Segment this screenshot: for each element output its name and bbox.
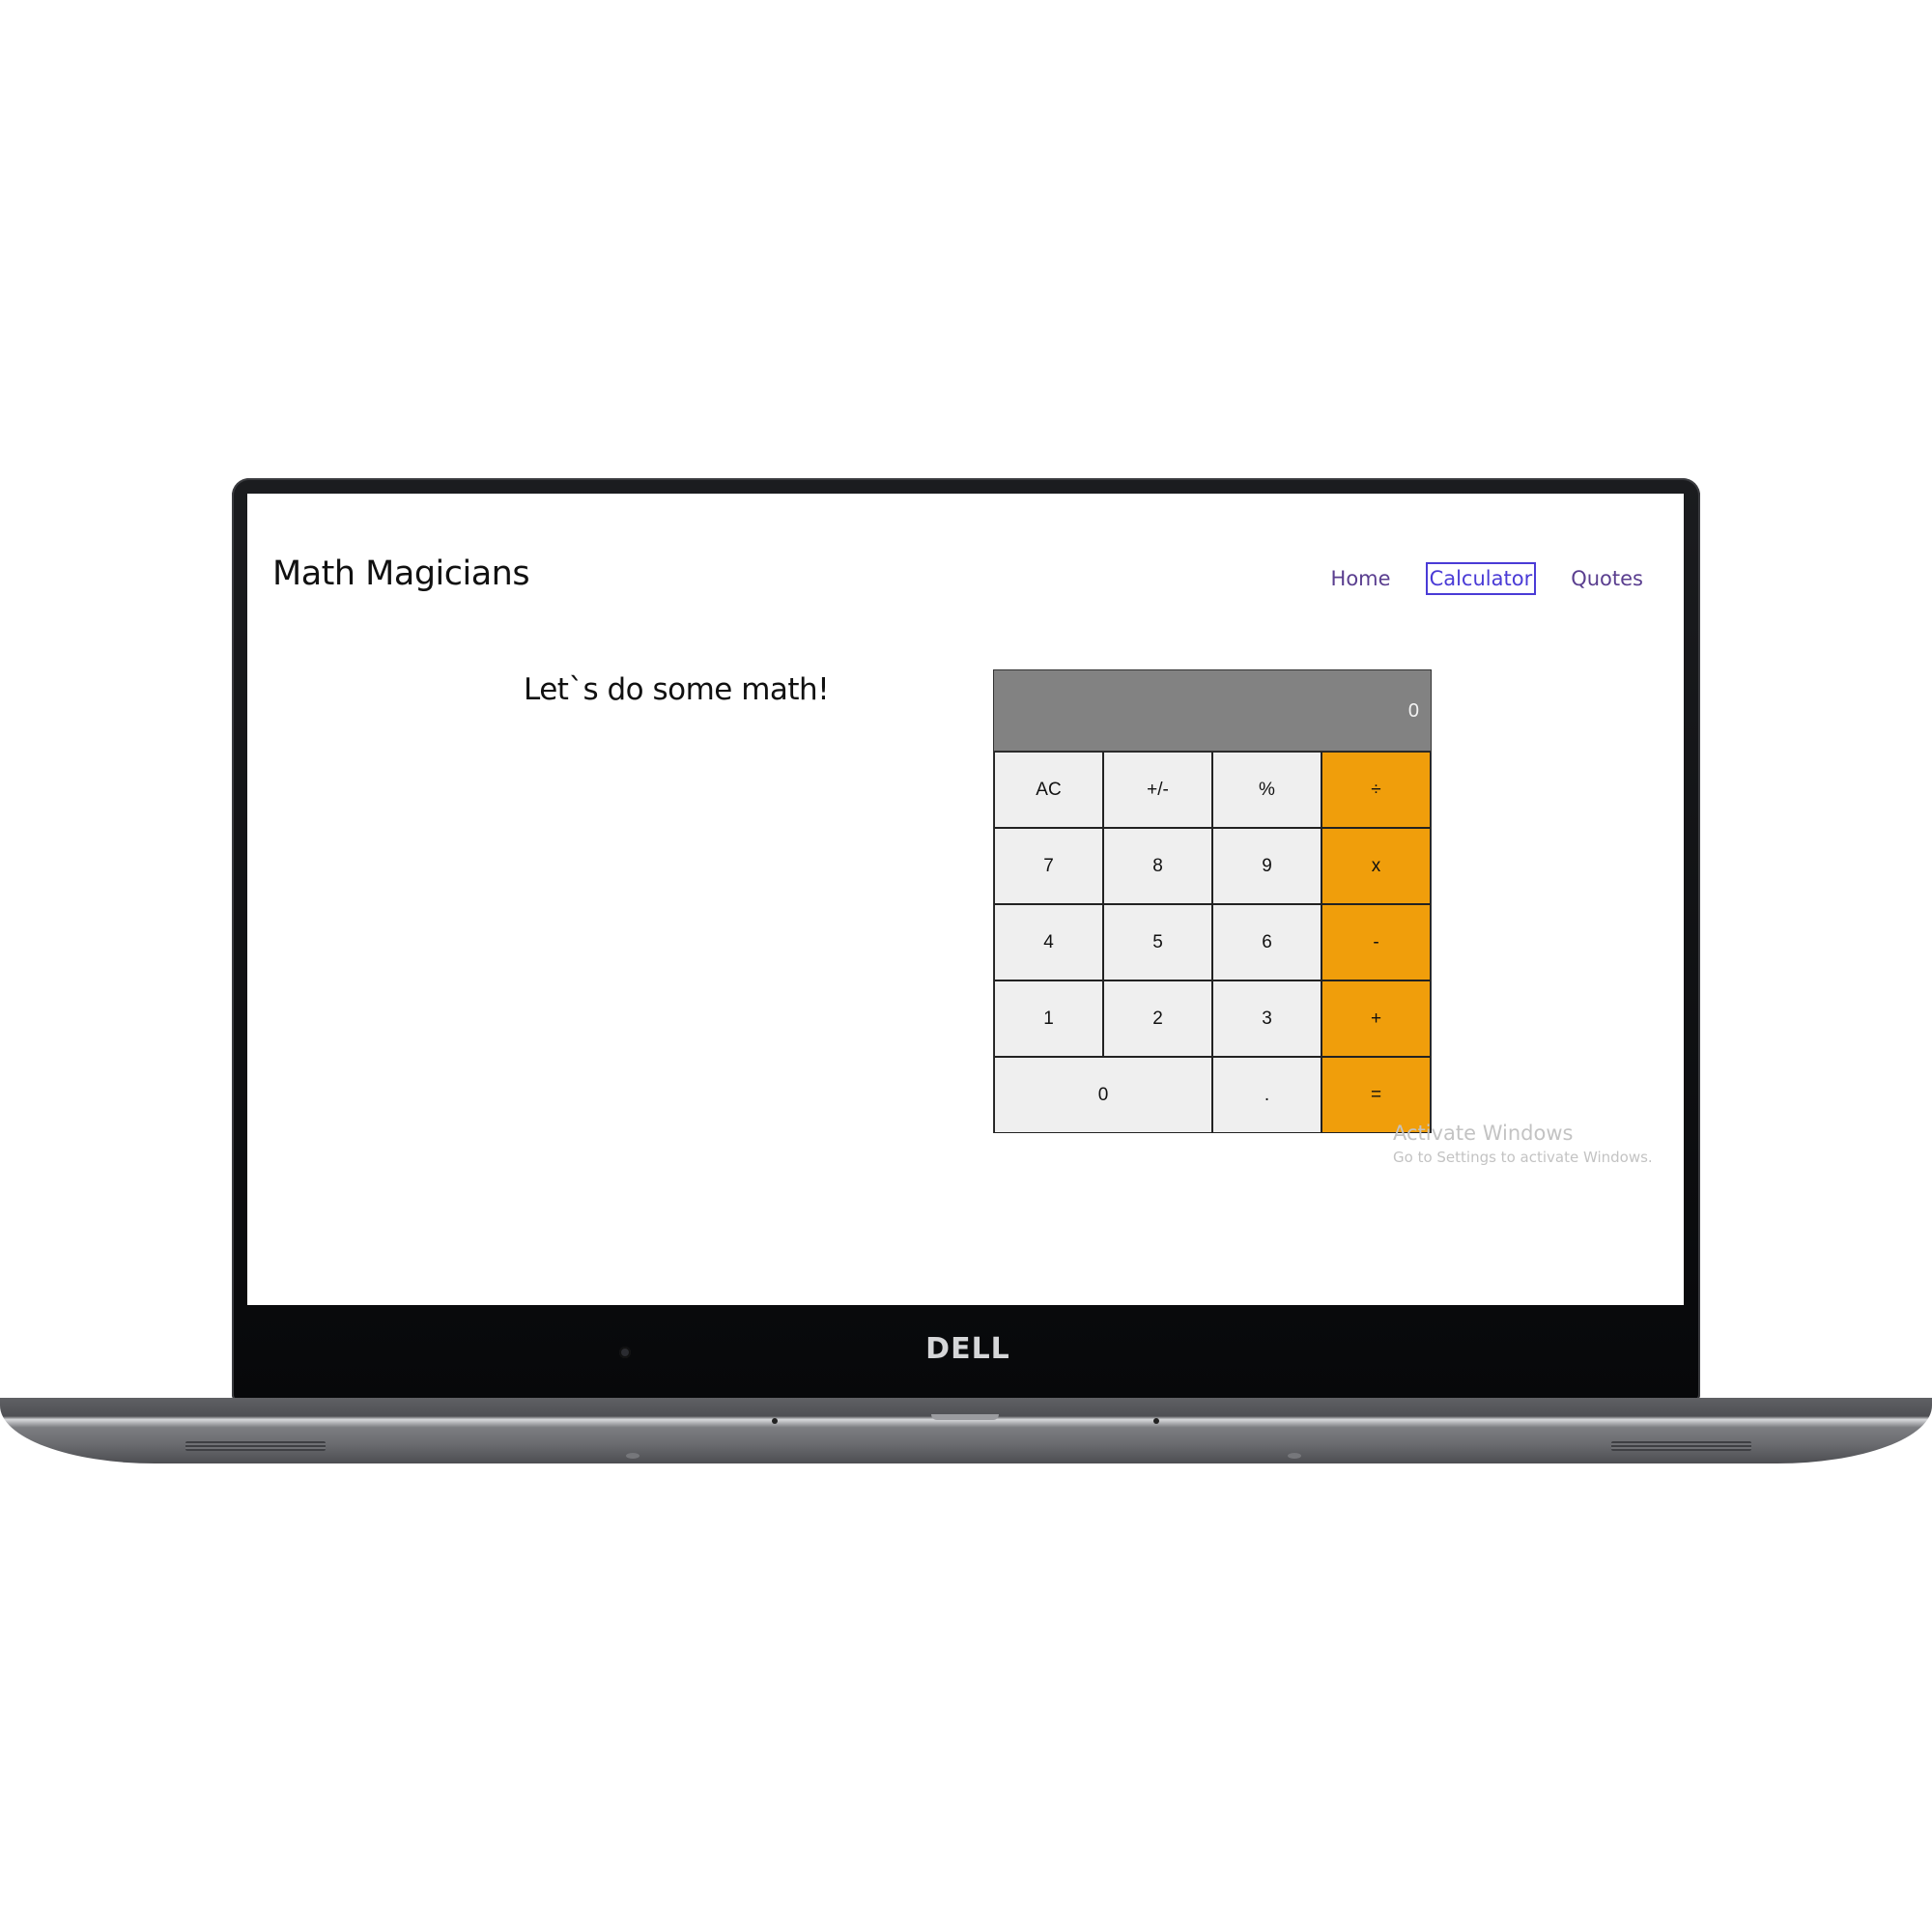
key-6[interactable]: 6 [1212, 904, 1321, 980]
key-7[interactable]: 7 [994, 828, 1103, 904]
key-8[interactable]: 8 [1103, 828, 1212, 904]
key-0[interactable]: 0 [994, 1057, 1212, 1133]
browser-screen: Math Magicians Home Calculator Quotes Le… [247, 494, 1684, 1305]
key-plus-minus[interactable]: +/- [1103, 752, 1212, 828]
webcam-icon [619, 1347, 631, 1358]
microphone-icon [772, 1418, 778, 1424]
calculator: 0 AC +/- % ÷ 7 8 9 x 4 5 6 - 1 2 3 + 0 . [993, 669, 1432, 1133]
key-minus[interactable]: - [1321, 904, 1431, 980]
key-9[interactable]: 9 [1212, 828, 1321, 904]
key-decimal[interactable]: . [1212, 1057, 1321, 1133]
key-3[interactable]: 3 [1212, 980, 1321, 1057]
key-1[interactable]: 1 [994, 980, 1103, 1057]
key-4[interactable]: 4 [994, 904, 1103, 980]
windows-activation-watermark: Activate Windows Go to Settings to activ… [1393, 1122, 1653, 1166]
nav-link-quotes[interactable]: Quotes [1567, 562, 1647, 595]
speaker-grille-right [1611, 1441, 1751, 1451]
key-divide[interactable]: ÷ [1321, 752, 1431, 828]
calculator-keypad: AC +/- % ÷ 7 8 9 x 4 5 6 - 1 2 3 + 0 . = [994, 752, 1431, 1133]
nav-link-home[interactable]: Home [1327, 562, 1395, 595]
key-5[interactable]: 5 [1103, 904, 1212, 980]
microphone-icon [1153, 1418, 1159, 1424]
laptop-lid: Math Magicians Home Calculator Quotes Le… [232, 478, 1700, 1401]
laptop-base [0, 1398, 1932, 1463]
app-header: Math Magicians Home Calculator Quotes [272, 554, 1659, 603]
nav-link-calculator[interactable]: Calculator [1425, 562, 1537, 595]
key-multiply[interactable]: x [1321, 828, 1431, 904]
hinge-notch [931, 1414, 999, 1420]
laptop-foot [1288, 1453, 1301, 1459]
calculator-display: 0 [994, 670, 1431, 752]
watermark-subtitle: Go to Settings to activate Windows. [1393, 1149, 1653, 1166]
main-nav: Home Calculator Quotes [1296, 562, 1647, 595]
key-plus[interactable]: + [1321, 980, 1431, 1057]
watermark-title: Activate Windows [1393, 1122, 1574, 1145]
key-ac[interactable]: AC [994, 752, 1103, 828]
app-title: Math Magicians [272, 554, 530, 593]
key-2[interactable]: 2 [1103, 980, 1212, 1057]
key-percent[interactable]: % [1212, 752, 1321, 828]
dell-logo: DELL [925, 1332, 1010, 1366]
laptop-foot [626, 1453, 639, 1459]
page-headline: Let`s do some math! [524, 672, 830, 707]
speaker-grille-left [185, 1441, 326, 1451]
